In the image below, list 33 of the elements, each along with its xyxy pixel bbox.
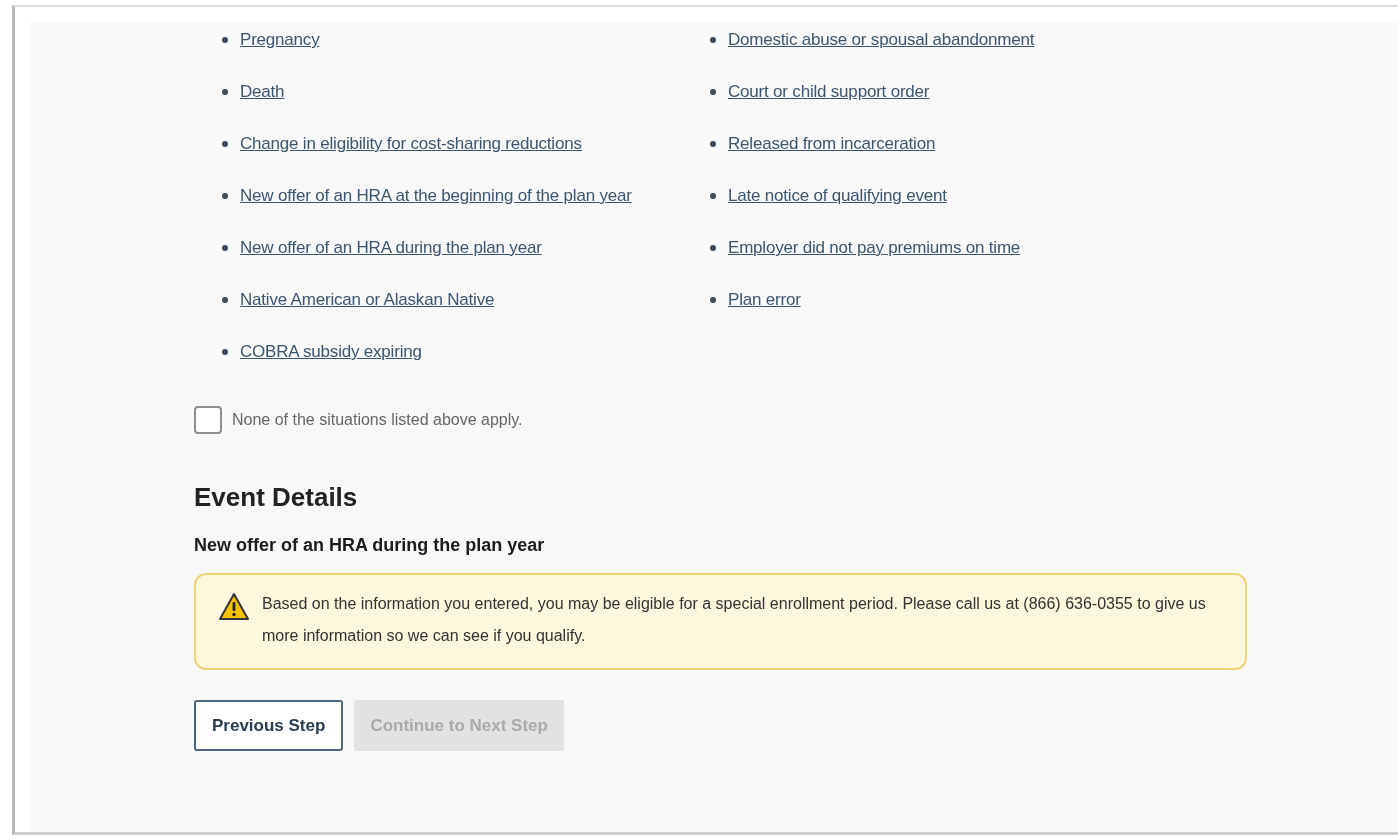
bullet-icon bbox=[222, 193, 228, 199]
event-link[interactable]: Late notice of qualifying event bbox=[728, 178, 947, 214]
bullet-icon bbox=[710, 37, 716, 43]
event-link[interactable]: Change in eligibility for cost-sharing reductions bbox=[240, 126, 582, 162]
bullet-icon bbox=[710, 89, 716, 95]
event-link[interactable]: Released from incarceration bbox=[728, 126, 936, 162]
section-heading: Event Details bbox=[194, 481, 359, 513]
event-link[interactable]: Domestic abuse or spousal abandonment bbox=[728, 22, 1035, 58]
bullet-icon bbox=[222, 37, 228, 43]
previous-button[interactable]: Previous Step bbox=[194, 700, 344, 751]
event-link[interactable]: Plan error bbox=[728, 282, 801, 318]
checkbox[interactable] bbox=[194, 406, 222, 434]
event-link[interactable]: Pregnancy bbox=[240, 22, 320, 58]
bullet-icon bbox=[710, 297, 716, 303]
warning-icon bbox=[218, 592, 250, 622]
event-link[interactable]: New offer of an HRA during the plan year bbox=[240, 230, 542, 266]
bullet-icon bbox=[222, 141, 228, 147]
event-link[interactable]: Employer did not pay premiums on time bbox=[728, 230, 1021, 266]
event-link[interactable]: Native American or Alaskan Native bbox=[240, 282, 495, 318]
event-link[interactable]: Court or child support order bbox=[728, 74, 930, 110]
event-link[interactable]: Death bbox=[240, 74, 285, 110]
event-link[interactable]: COBRA subsidy expiring bbox=[240, 334, 422, 370]
bullet-icon bbox=[222, 245, 228, 251]
bullet-icon bbox=[222, 89, 228, 95]
checkbox-label: None of the situations listed above apply. bbox=[232, 411, 523, 429]
bullet-icon bbox=[710, 141, 716, 147]
bullet-icon bbox=[222, 349, 228, 355]
alert-message: Based on the information you entered, you may be eligible for a special enrollment period. Please call us at (866) 636-0355 to give us more information so we can see if you qualify. bbox=[262, 594, 1207, 646]
bullet-icon bbox=[710, 245, 716, 251]
bullet-icon bbox=[222, 297, 228, 303]
event-link[interactable]: New offer of an HRA at the beginning of the plan year bbox=[240, 178, 632, 214]
event-name: New offer of an HRA during the plan year bbox=[194, 534, 546, 557]
bullet-icon bbox=[710, 193, 716, 199]
